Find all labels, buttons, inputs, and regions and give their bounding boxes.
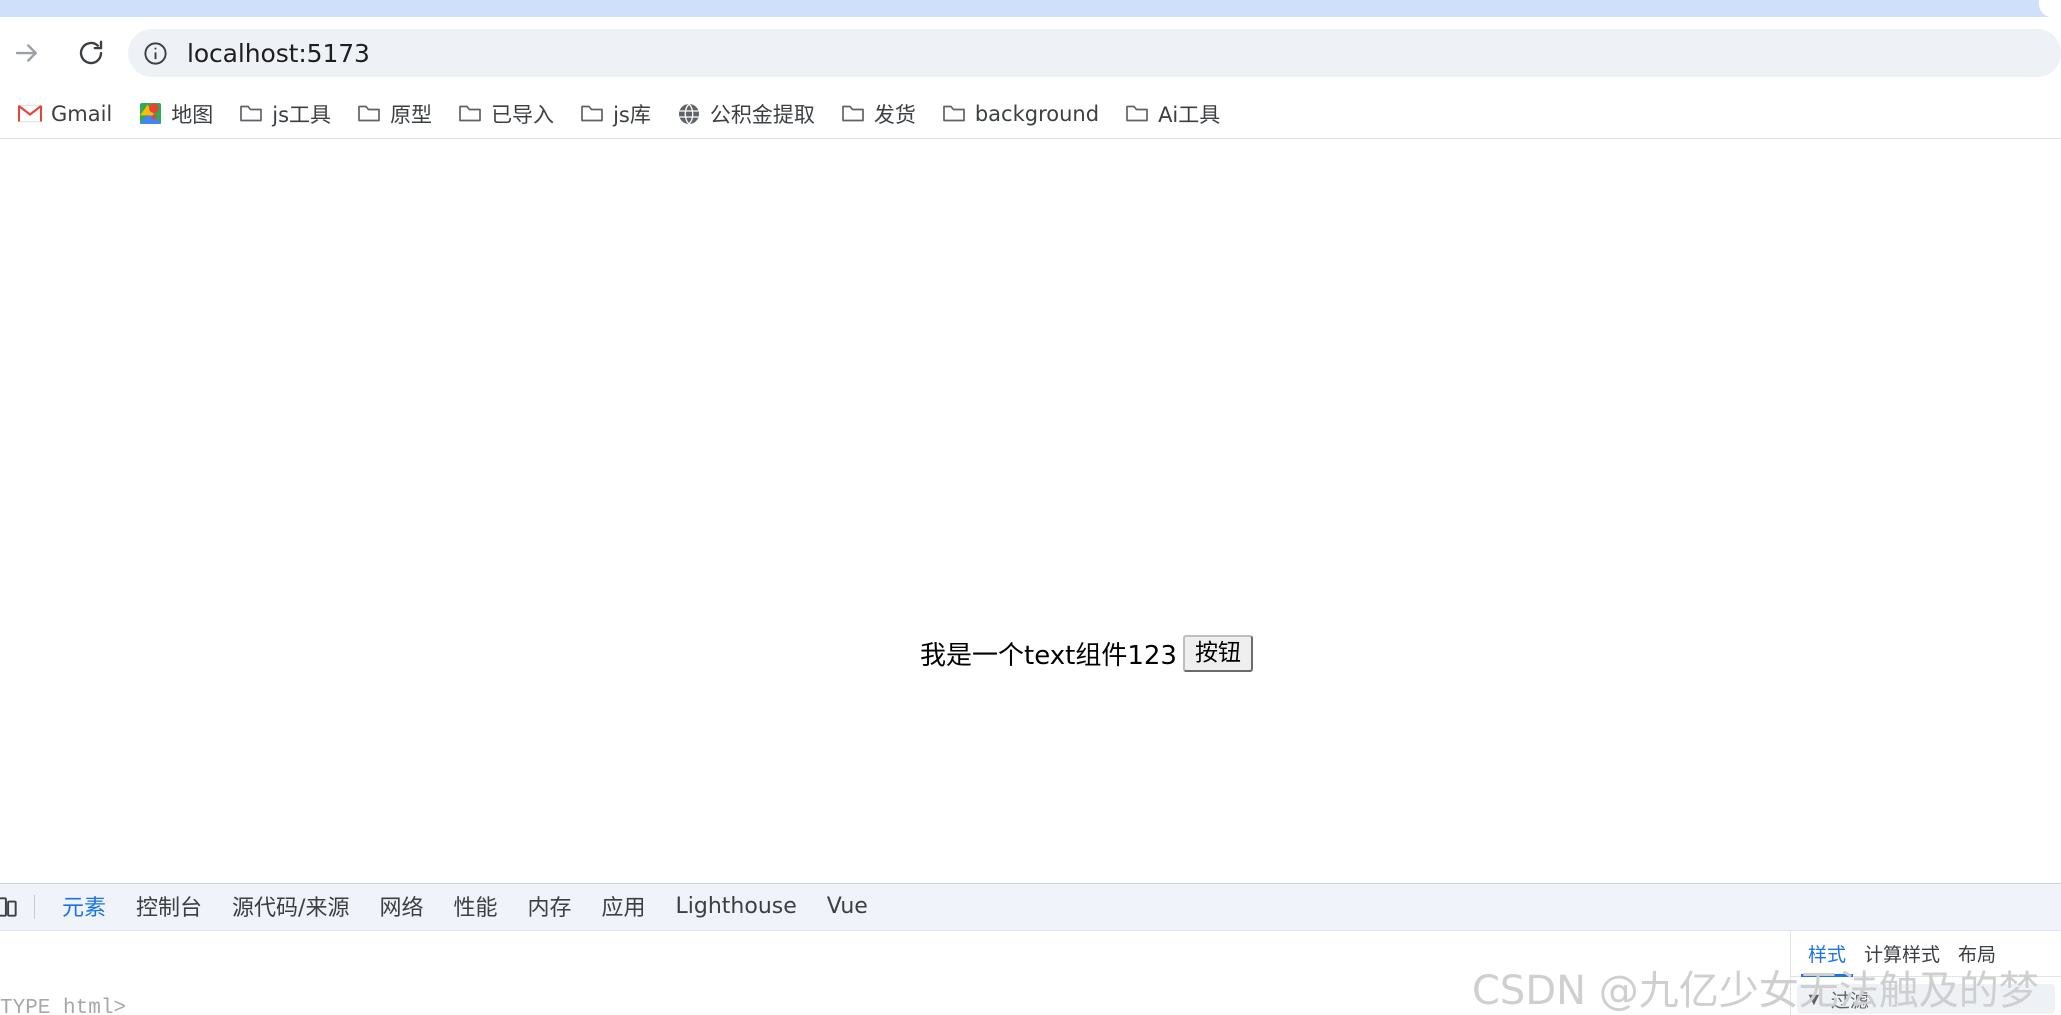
tab-strip-corner	[2039, 0, 2061, 17]
tab-memory[interactable]: 内存	[512, 880, 586, 934]
page-action-button[interactable]: 按钮	[1182, 635, 1253, 672]
folder-icon	[458, 102, 482, 126]
devtools-body: TYPE html> lang="en"> 样式 计算样式 布局 ▼ 过滤	[0, 931, 2061, 1015]
bookmarks-bar: Gmail 地图 js工具 原型 已导入 js库 公积金提取 发货 backgr…	[0, 89, 2061, 139]
bookmark-label: js库	[613, 102, 651, 127]
tab-lighthouse[interactable]: Lighthouse	[661, 884, 812, 931]
doctype-text: TYPE html>	[0, 997, 127, 1015]
filter-icon: ▼	[1805, 988, 1823, 1009]
tab-performance[interactable]: 性能	[438, 880, 512, 934]
folder-icon	[1125, 102, 1149, 126]
reload-icon[interactable]	[70, 32, 112, 74]
folder-icon	[239, 102, 263, 126]
bookmark-fund-withdrawal[interactable]: 公积金提取	[667, 95, 825, 133]
bookmark-ditu[interactable]: 地图	[128, 95, 223, 133]
devtools-tabbar: 元素 控制台 源代码/来源 网络 性能 内存 应用 Lighthouse Vue	[0, 884, 2061, 935]
page-viewport: 我是一个text组件123 按钮	[0, 140, 2061, 883]
tab-strip	[0, 0, 2061, 17]
bookmark-label: 已导入	[491, 102, 555, 127]
device-toolbar-icon[interactable]	[0, 890, 24, 924]
bookmark-gmail[interactable]: Gmail	[8, 95, 122, 133]
tab-network[interactable]: 网络	[364, 880, 438, 934]
devtools-panel: 元素 控制台 源代码/来源 网络 性能 内存 应用 Lighthouse Vue…	[0, 883, 2061, 1015]
tab-elements[interactable]: 元素	[47, 880, 121, 935]
forward-arrow-icon[interactable]	[6, 32, 48, 74]
bookmark-imported[interactable]: 已导入	[448, 95, 564, 133]
styles-filter-input[interactable]: ▼ 过滤	[1797, 984, 2055, 1014]
dom-tree[interactable]: TYPE html> lang="en">	[0, 931, 151, 1015]
bookmark-js-lib[interactable]: js库	[570, 95, 661, 133]
browser-window: localhost:5173 Gmail 地图 js工具 原型 已导入 js库 …	[0, 0, 2061, 1015]
bookmark-js-tools[interactable]: js工具	[229, 95, 341, 133]
info-circle-icon[interactable]	[136, 34, 174, 72]
styles-pane: 样式 计算样式 布局 ▼ 过滤	[1790, 931, 2061, 1015]
bookmark-ai-tools[interactable]: Ai工具	[1115, 95, 1230, 133]
gmail-icon	[18, 102, 42, 126]
bookmark-label: 发货	[873, 102, 916, 127]
globe-icon	[677, 102, 701, 126]
folder-icon	[357, 102, 381, 126]
tab-computed[interactable]: 计算样式	[1855, 934, 1949, 976]
bookmark-shipping[interactable]: 发货	[831, 95, 926, 133]
tab-styles[interactable]: 样式	[1799, 934, 1855, 977]
browser-toolbar: localhost:5173	[0, 17, 2061, 89]
folder-icon	[580, 102, 604, 126]
dom-line-doctype[interactable]: TYPE html>	[0, 993, 151, 1015]
bookmark-prototype[interactable]: 原型	[347, 95, 442, 133]
address-bar[interactable]: localhost:5173	[128, 29, 2061, 77]
bookmark-label: 原型	[390, 102, 433, 127]
tab-sources[interactable]: 源代码/来源	[217, 880, 364, 934]
url-text: localhost:5173	[187, 38, 370, 68]
bookmark-label: Gmail	[51, 101, 113, 126]
bookmark-label: js工具	[272, 102, 332, 127]
styles-tabbar: 样式 计算样式 布局	[1791, 931, 2061, 977]
toolbar-divider	[34, 895, 35, 919]
bookmark-background[interactable]: background	[932, 95, 1109, 133]
bookmark-label: Ai工具	[1158, 102, 1221, 127]
text-component: 我是一个text组件123	[920, 641, 1177, 671]
google-maps-icon	[138, 102, 162, 126]
tab-vue[interactable]: Vue	[812, 884, 883, 931]
tab-console[interactable]: 控制台	[121, 880, 217, 934]
bookmark-label: 公积金提取	[709, 102, 815, 127]
tab-layout[interactable]: 布局	[1949, 934, 2005, 976]
filter-placeholder: 过滤	[1830, 989, 1869, 1012]
bookmark-label: 地图	[171, 102, 214, 127]
page-content-row: 我是一个text组件123 按钮	[920, 635, 1253, 672]
bookmark-label: background	[974, 101, 1100, 126]
folder-icon	[841, 102, 865, 126]
tab-application[interactable]: 应用	[587, 880, 661, 934]
folder-icon	[942, 102, 966, 126]
